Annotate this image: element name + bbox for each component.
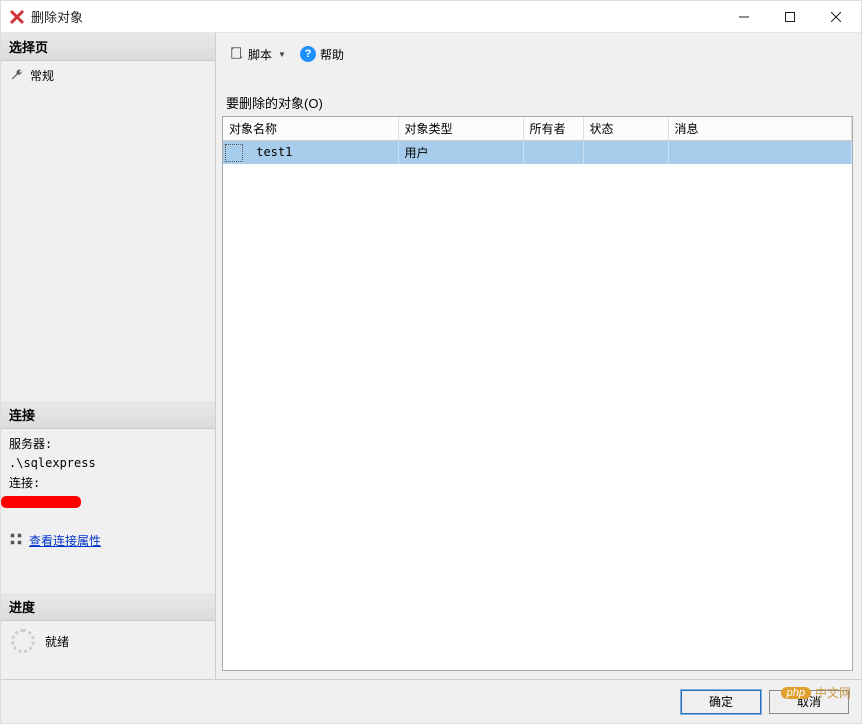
script-button[interactable]: 脚本 ▼ bbox=[226, 44, 290, 65]
script-label: 脚本 bbox=[248, 46, 272, 63]
connection-label: 连接: bbox=[9, 474, 207, 493]
close-button[interactable] bbox=[813, 1, 859, 33]
wrench-icon bbox=[11, 68, 24, 84]
cell-status bbox=[583, 141, 668, 165]
script-icon bbox=[230, 46, 244, 63]
help-icon: ? bbox=[300, 46, 316, 62]
server-value: .\sqlexpress bbox=[9, 454, 207, 473]
window-title: 删除对象 bbox=[31, 7, 721, 26]
object-icon bbox=[225, 144, 243, 162]
grid-header-row: 对象名称 对象类型 所有者 状态 消息 bbox=[223, 117, 852, 141]
minimize-button[interactable] bbox=[721, 1, 767, 33]
connection-header: 连接 bbox=[1, 401, 215, 429]
view-connection-properties-link[interactable]: 查看连接属性 bbox=[29, 532, 101, 549]
select-page-header: 选择页 bbox=[1, 33, 215, 61]
delete-icon bbox=[9, 9, 25, 25]
connection-info: 服务器: .\sqlexpress 连接: bbox=[1, 429, 215, 518]
spinner-icon bbox=[11, 629, 35, 653]
cell-owner bbox=[523, 141, 583, 165]
objects-grid-container: 对象名称 对象类型 所有者 状态 消息 test1 bbox=[222, 116, 853, 671]
view-connection-properties[interactable]: 查看连接属性 bbox=[1, 528, 215, 553]
server-label: 服务器: bbox=[9, 435, 207, 454]
dialog-window: 删除对象 选择页 常规 连接 服务 bbox=[0, 0, 862, 724]
col-status[interactable]: 状态 bbox=[583, 117, 668, 141]
toolbar: 脚本 ▼ ? 帮助 bbox=[222, 39, 853, 69]
sidebar-item-label: 常规 bbox=[30, 67, 54, 84]
ok-button[interactable]: 确定 bbox=[681, 690, 761, 714]
cell-message bbox=[668, 141, 852, 165]
sidebar-item-general[interactable]: 常规 bbox=[1, 61, 215, 90]
help-label: 帮助 bbox=[320, 46, 344, 63]
cancel-button[interactable]: 取消 bbox=[769, 690, 849, 714]
main-panel: 脚本 ▼ ? 帮助 要删除的对象(O) bbox=[216, 33, 861, 679]
titlebar: 删除对象 bbox=[1, 1, 861, 33]
objects-to-delete-label: 要删除的对象(O) bbox=[226, 93, 851, 112]
progress-header: 进度 bbox=[1, 593, 215, 621]
table-row[interactable]: test1 用户 bbox=[223, 141, 852, 165]
col-type[interactable]: 对象类型 bbox=[398, 117, 523, 141]
window-controls bbox=[721, 1, 859, 32]
dialog-footer: 确定 取消 php 中文网 bbox=[1, 679, 861, 723]
chevron-down-icon: ▼ bbox=[278, 50, 286, 59]
sidebar: 选择页 常规 连接 服务器: .\sqlexpress 连接: 查看连接属性 bbox=[1, 33, 216, 679]
progress-status-block: 就绪 bbox=[1, 621, 215, 661]
col-message[interactable]: 消息 bbox=[668, 117, 852, 141]
help-button[interactable]: ? 帮助 bbox=[296, 44, 348, 65]
redaction-mark bbox=[1, 496, 81, 508]
cell-type: 用户 bbox=[398, 141, 523, 165]
cell-name: test1 bbox=[256, 145, 292, 159]
col-name[interactable]: 对象名称 bbox=[223, 117, 398, 141]
objects-grid[interactable]: 对象名称 对象类型 所有者 状态 消息 test1 bbox=[223, 117, 852, 164]
properties-icon bbox=[9, 532, 23, 549]
maximize-button[interactable] bbox=[767, 1, 813, 33]
col-owner[interactable]: 所有者 bbox=[523, 117, 583, 141]
progress-status-text: 就绪 bbox=[45, 633, 69, 650]
